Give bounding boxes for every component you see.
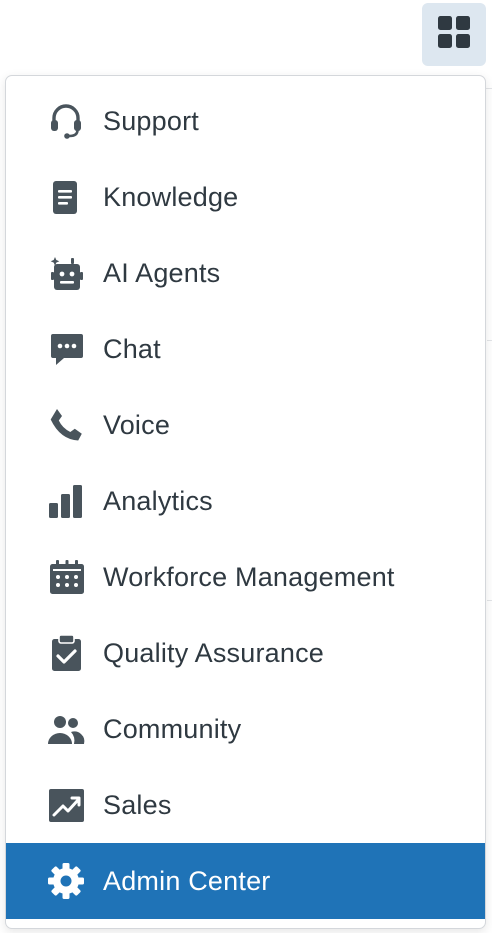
menu-item-label: Community xyxy=(103,713,242,744)
menu-item-label: AI Agents xyxy=(103,257,221,288)
menu-item-quality-assurance[interactable]: Quality Assurance xyxy=(6,615,485,691)
gear-icon xyxy=(46,861,86,901)
menu-item-label: Quality Assurance xyxy=(103,637,325,668)
chat-bubble-icon xyxy=(46,329,86,369)
menu-item-workforce-management[interactable]: Workforce Management xyxy=(6,539,485,615)
menu-item-analytics[interactable]: Analytics xyxy=(6,463,485,539)
menu-item-label: Voice xyxy=(103,409,171,440)
robot-icon xyxy=(46,253,86,293)
headset-icon xyxy=(46,101,86,141)
trending-chart-icon xyxy=(46,785,86,825)
menu-item-label: Admin Center xyxy=(103,865,271,896)
background-divider xyxy=(487,340,492,341)
menu-item-label: Chat xyxy=(103,333,161,364)
menu-item-label: Analytics xyxy=(103,485,213,516)
calendar-icon xyxy=(46,557,86,597)
menu-item-admin-center[interactable]: Admin Center xyxy=(6,843,485,919)
menu-item-label: Knowledge xyxy=(103,181,239,212)
menu-item-community[interactable]: Community xyxy=(6,691,485,767)
phone-icon xyxy=(46,405,86,445)
grid-icon xyxy=(437,15,471,54)
people-icon xyxy=(46,709,86,749)
book-icon xyxy=(46,177,86,217)
background-divider xyxy=(487,600,492,601)
menu-item-label: Workforce Management xyxy=(103,561,395,592)
product-menu: Support Knowledge AI Agents Chat Voice A… xyxy=(5,75,486,929)
menu-item-label: Support xyxy=(103,105,199,136)
bar-chart-icon xyxy=(46,481,86,521)
menu-item-knowledge[interactable]: Knowledge xyxy=(6,159,485,235)
clipboard-check-icon xyxy=(46,633,86,673)
menu-item-voice[interactable]: Voice xyxy=(6,387,485,463)
background-divider xyxy=(486,88,492,89)
menu-item-ai-agents[interactable]: AI Agents xyxy=(6,235,485,311)
product-tray-button[interactable] xyxy=(422,3,486,66)
menu-item-label: Sales xyxy=(103,789,172,820)
menu-item-sales[interactable]: Sales xyxy=(6,767,485,843)
menu-item-support[interactable]: Support xyxy=(6,83,485,159)
menu-item-chat[interactable]: Chat xyxy=(6,311,485,387)
